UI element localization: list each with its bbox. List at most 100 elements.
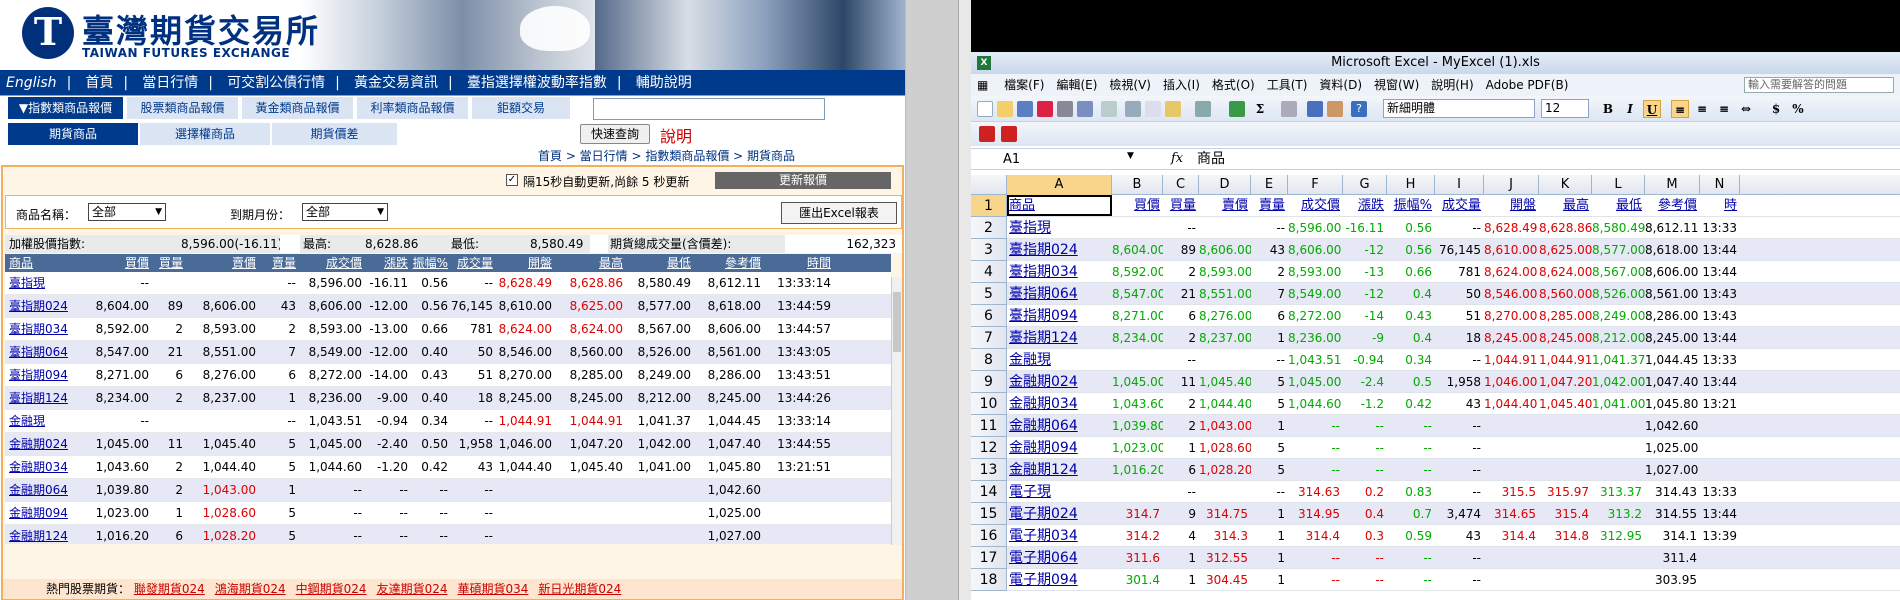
sheet-cell[interactable]: 1: [1251, 327, 1288, 349]
sheet-cell[interactable]: 2: [1163, 415, 1199, 437]
sheet-cell[interactable]: --: [1387, 437, 1435, 459]
row-header[interactable]: 5: [971, 283, 1007, 305]
column-header-L[interactable]: L: [1592, 175, 1645, 195]
column-header-M[interactable]: M: [1645, 175, 1700, 195]
sheet-cell[interactable]: 314.4: [1288, 525, 1343, 547]
underline-button[interactable]: U: [1643, 100, 1661, 118]
sheet-cell[interactable]: 8,249.00: [1592, 305, 1645, 327]
sheet-cell[interactable]: 51: [1435, 305, 1484, 327]
sheet-cell[interactable]: 8,245.00: [1484, 327, 1539, 349]
sheet-cell[interactable]: 8,234.00: [1112, 327, 1163, 349]
sheet-cell[interactable]: 1,028.20: [1199, 459, 1251, 481]
column-header-N[interactable]: N: [1700, 175, 1740, 195]
column-header-3[interactable]: 賣價: [232, 254, 256, 272]
name-box[interactable]: A1: [1001, 150, 1141, 169]
sheet-cell[interactable]: 1,027.00: [1645, 459, 1700, 481]
sheet-cell[interactable]: --: [1343, 459, 1387, 481]
row-header[interactable]: 9: [971, 371, 1007, 393]
quick-query-button[interactable]: 快速查詢: [580, 124, 650, 144]
sheet-cell[interactable]: 電子期064: [1007, 547, 1112, 569]
cell-name[interactable]: 臺指期094: [9, 364, 68, 387]
sheet-cell[interactable]: 8,561.00: [1645, 283, 1700, 305]
sheet-cell[interactable]: --: [1251, 217, 1288, 239]
sheet-cell[interactable]: 1: [1251, 569, 1288, 591]
sheet-cell[interactable]: 43: [1251, 239, 1288, 261]
paste-icon[interactable]: [1165, 101, 1181, 117]
sheet-cell[interactable]: 8,560.00: [1539, 283, 1592, 305]
menu-item[interactable]: 插入(I): [1157, 74, 1206, 96]
column-header-J[interactable]: J: [1484, 175, 1539, 195]
sheet-cell[interactable]: 13:39: [1700, 525, 1740, 547]
page-scrollbar[interactable]: [958, 0, 972, 600]
chart-icon[interactable]: [1307, 101, 1323, 117]
row-header[interactable]: 2: [971, 217, 1007, 239]
sheet-cell[interactable]: --: [1288, 415, 1343, 437]
column-header-1[interactable]: 買價: [125, 254, 149, 272]
sheet-cell[interactable]: 1,044.40: [1484, 393, 1539, 415]
sheet-cell[interactable]: 8,551.00: [1199, 283, 1251, 305]
sheet-cell[interactable]: 314.2: [1112, 525, 1163, 547]
column-header-E[interactable]: E: [1251, 175, 1288, 195]
menu-item[interactable]: 格式(O): [1206, 74, 1261, 96]
sheet-cell[interactable]: --: [1251, 481, 1288, 503]
sheet-header-cell[interactable]: 最低: [1592, 195, 1645, 217]
hot-link[interactable]: 友達期貨024: [377, 582, 448, 596]
sheet-cell[interactable]: 1: [1251, 547, 1288, 569]
sheet-cell[interactable]: --: [1435, 569, 1484, 591]
row-header[interactable]: 3: [971, 239, 1007, 261]
sheet-cell[interactable]: 8,593.00: [1288, 261, 1343, 283]
column-header-12[interactable]: 參考價: [725, 254, 761, 272]
row-header[interactable]: 1: [971, 195, 1007, 217]
row-header[interactable]: 7: [971, 327, 1007, 349]
search-input[interactable]: [593, 98, 825, 120]
row-header[interactable]: 11: [971, 415, 1007, 437]
sheet-cell[interactable]: -13: [1343, 261, 1387, 283]
sheet-cell[interactable]: 1,042.60: [1645, 415, 1700, 437]
sheet-cell[interactable]: 電子期024: [1007, 503, 1112, 525]
menu-item[interactable]: 工具(T): [1261, 74, 1314, 96]
sheet-cell[interactable]: 0.56: [1387, 217, 1435, 239]
sheet-cell[interactable]: 314.75: [1199, 503, 1251, 525]
sheet-cell[interactable]: 5: [1251, 371, 1288, 393]
sheet-cell[interactable]: 8,606.00: [1645, 261, 1700, 283]
sheet-cell[interactable]: 50: [1435, 283, 1484, 305]
sheet-cell[interactable]: 金融期094: [1007, 437, 1112, 459]
print-icon[interactable]: [1057, 101, 1073, 117]
sheet-cell[interactable]: 315.97: [1539, 481, 1592, 503]
hot-link[interactable]: 新日光期貨024: [538, 582, 621, 596]
sheet-cell[interactable]: 金融期034: [1007, 393, 1112, 415]
sheet-cell[interactable]: 1,958: [1435, 371, 1484, 393]
scrollbar-thumb[interactable]: [893, 292, 901, 352]
sheet-cell[interactable]: --: [1288, 547, 1343, 569]
sheet-cell[interactable]: 0.4: [1343, 503, 1387, 525]
breadcrumb[interactable]: 首頁 > 當日行情 > 指數類商品報價 > 期貨商品: [538, 147, 795, 164]
tab-gold-quotes[interactable]: 黃金類商品報價: [242, 97, 355, 119]
sheet-cell[interactable]: 2: [1163, 261, 1199, 283]
sheet-cell[interactable]: 8,546.00: [1484, 283, 1539, 305]
sheet-cell[interactable]: 金融期024: [1007, 371, 1112, 393]
sheet-cell[interactable]: 8,549.00: [1288, 283, 1343, 305]
sheet-cell[interactable]: 13:44: [1700, 239, 1740, 261]
sheet-cell[interactable]: 8,285.00: [1539, 305, 1592, 327]
sheet-cell[interactable]: 0.66: [1387, 261, 1435, 283]
sheet-cell[interactable]: 781: [1435, 261, 1484, 283]
sheet-cell[interactable]: 13:44: [1700, 371, 1740, 393]
cell-name[interactable]: 金融期094: [9, 502, 68, 525]
sheet-cell[interactable]: 43: [1435, 525, 1484, 547]
sheet-cell[interactable]: --: [1435, 481, 1484, 503]
column-header-4[interactable]: 賣量: [272, 254, 296, 272]
column-header-2[interactable]: 買量: [159, 254, 183, 272]
formula-value[interactable]: 商品: [1197, 150, 1225, 169]
sheet-cell[interactable]: 1,016.20: [1112, 459, 1163, 481]
sheet-cell[interactable]: 0.34: [1387, 349, 1435, 371]
column-header-D[interactable]: D: [1199, 175, 1251, 195]
cell-name[interactable]: 臺指期024: [9, 295, 68, 318]
sheet-cell[interactable]: 5: [1251, 459, 1288, 481]
sheet-cell[interactable]: 8,612.11: [1645, 217, 1700, 239]
sheet-cell[interactable]: -12: [1343, 283, 1387, 305]
sheet-cell[interactable]: -2.4: [1343, 371, 1387, 393]
column-header-A[interactable]: A: [1007, 175, 1112, 195]
update-quote-button[interactable]: 更新報價: [715, 172, 891, 189]
sheet-cell[interactable]: 0.42: [1387, 393, 1435, 415]
sort-icon[interactable]: [1281, 101, 1297, 117]
